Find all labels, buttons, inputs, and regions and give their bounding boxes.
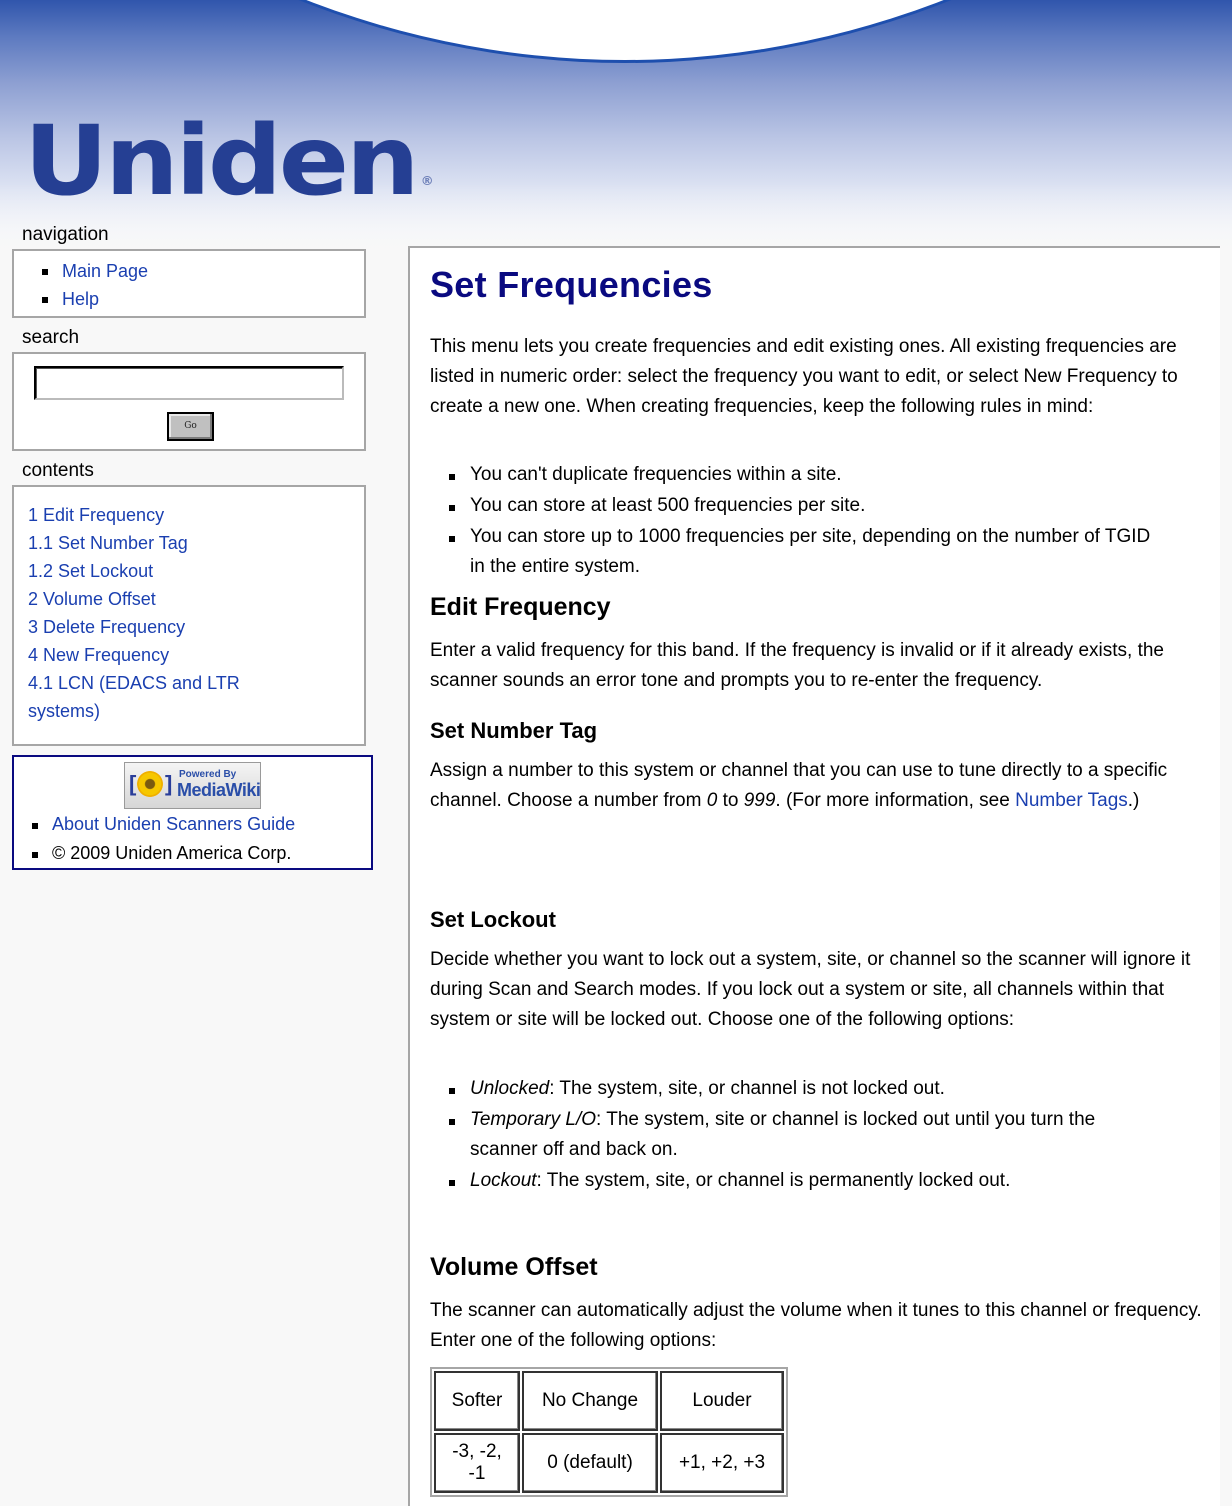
heading-edit-frequency: Edit Frequency bbox=[430, 593, 611, 621]
table-header-cell: No Change bbox=[522, 1371, 658, 1431]
footer-item-about: About Uniden Scanners Guide bbox=[14, 810, 295, 839]
uniden-logo[interactable]: Uniden ® bbox=[24, 113, 434, 209]
toc-lcn-cont[interactable]: systems) bbox=[28, 697, 240, 725]
navigation-portlet: Main Page Help bbox=[12, 249, 366, 318]
toc-volume-offset[interactable]: 2 Volume Offset bbox=[28, 585, 240, 613]
search-title: search bbox=[22, 327, 80, 348]
toc-set-number-tag[interactable]: 1.1 Set Number Tag bbox=[28, 529, 240, 557]
table-cell: -3, -2, -1 bbox=[434, 1433, 520, 1493]
search-input[interactable] bbox=[34, 366, 344, 400]
table-header-cell: Louder bbox=[660, 1371, 784, 1431]
rule-item: You can't duplicate frequencies within a… bbox=[430, 460, 1190, 490]
lockout-option: Unlocked: The system, site, or channel i… bbox=[430, 1074, 1190, 1104]
powered-by-mediawiki-badge[interactable]: [ ] Powered By MediaWiki bbox=[124, 762, 261, 809]
volume-offset-text: The scanner can automatically adjust the… bbox=[430, 1300, 1202, 1351]
go-button[interactable]: Go bbox=[167, 412, 214, 441]
contents-portlet: 1 Edit Frequency 1.1 Set Number Tag 1.2 … bbox=[12, 485, 366, 746]
toc-new-frequency[interactable]: 4 New Frequency bbox=[28, 641, 240, 669]
page-title: Set Frequencies bbox=[430, 264, 713, 305]
table-cell: +1, +2, +3 bbox=[660, 1433, 784, 1493]
rules-list: You can't duplicate frequencies within a… bbox=[430, 460, 1190, 583]
number-tags-link[interactable]: Number Tags bbox=[1015, 790, 1128, 811]
help-link[interactable]: Help bbox=[62, 289, 99, 309]
toc-edit-frequency[interactable]: 1 Edit Frequency bbox=[28, 501, 240, 529]
content-area: Set Frequencies This menu lets you creat… bbox=[408, 246, 1220, 1506]
heading-set-lockout: Set Lockout bbox=[430, 907, 556, 932]
sunflower-icon bbox=[137, 771, 163, 797]
search-portlet: Go bbox=[12, 352, 366, 451]
set-number-tag-text: Assign a number to this system or channe… bbox=[430, 760, 1168, 811]
header-banner: Uniden ® bbox=[0, 0, 1232, 262]
table-header-row: Softer No Change Louder bbox=[434, 1371, 784, 1431]
volume-offset-table: Softer No Change Louder -3, -2, -1 0 (de… bbox=[430, 1367, 788, 1497]
nav-item-help: Help bbox=[14, 285, 364, 313]
main-page-link[interactable]: Main Page bbox=[62, 261, 148, 281]
about-link[interactable]: About Uniden Scanners Guide bbox=[52, 814, 295, 834]
footer-portlet: [ ] Powered By MediaWiki About Uniden Sc… bbox=[12, 755, 373, 870]
lockout-options-list: Unlocked: The system, site, or channel i… bbox=[430, 1074, 1190, 1197]
toc-delete-frequency[interactable]: 3 Delete Frequency bbox=[28, 613, 240, 641]
lockout-option: Lockout: The system, site, or channel is… bbox=[430, 1166, 1190, 1196]
toc-lcn[interactable]: 4.1 LCN (EDACS and LTR bbox=[28, 669, 240, 697]
footer-item-copyright: © 2009 Uniden America Corp. bbox=[14, 839, 295, 868]
edit-frequency-text: Enter a valid frequency for this band. I… bbox=[430, 640, 1164, 691]
lockout-option: Temporary L/O: The system, site or chann… bbox=[430, 1105, 1190, 1165]
navigation-title: navigation bbox=[22, 224, 109, 245]
rule-item: You can store at least 500 frequencies p… bbox=[430, 491, 1190, 521]
heading-set-number-tag: Set Number Tag bbox=[430, 718, 598, 743]
rule-item: You can store up to 1000 frequencies per… bbox=[430, 522, 1190, 582]
table-header-cell: Softer bbox=[434, 1371, 520, 1431]
table-cell: 0 (default) bbox=[522, 1433, 658, 1493]
heading-volume-offset: Volume Offset bbox=[430, 1253, 598, 1281]
toc-set-lockout[interactable]: 1.2 Set Lockout bbox=[28, 557, 240, 585]
nav-item-main-page: Main Page bbox=[14, 257, 364, 285]
intro-paragraph: This menu lets you create frequencies an… bbox=[430, 336, 1178, 417]
contents-title: contents bbox=[22, 460, 94, 481]
table-row: -3, -2, -1 0 (default) +1, +2, +3 bbox=[434, 1433, 784, 1493]
set-lockout-text: Decide whether you want to lock out a sy… bbox=[430, 949, 1191, 1030]
banner-swoosh bbox=[0, 0, 1232, 60]
